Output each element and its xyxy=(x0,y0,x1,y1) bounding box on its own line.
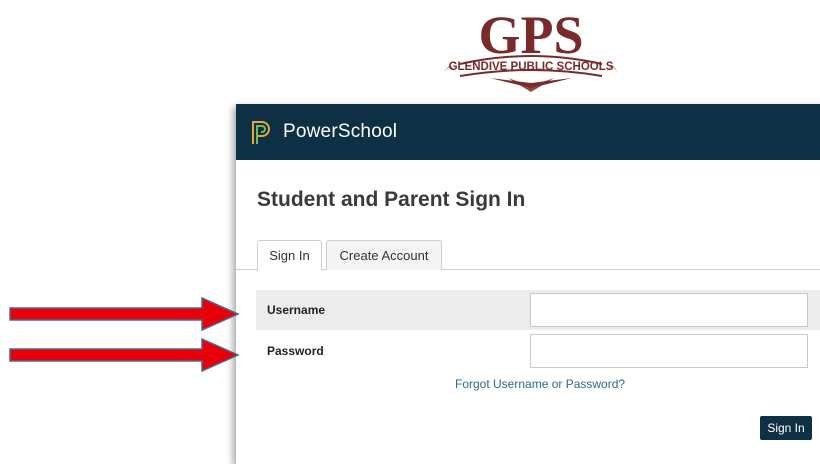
forgot-credentials-link[interactable]: Forgot Username or Password? xyxy=(455,377,625,391)
red-arrow-icon xyxy=(9,296,240,332)
app-header: PowerSchool xyxy=(236,104,820,160)
tab-sign-in[interactable]: Sign In xyxy=(257,240,322,271)
red-arrow-icon xyxy=(9,337,240,373)
username-row: Username xyxy=(256,290,820,330)
logo-district-name: GLENDIVE PUBLIC SCHOOLS xyxy=(449,61,614,73)
powerschool-p-icon xyxy=(252,121,270,144)
tab-create-account[interactable]: Create Account xyxy=(326,240,442,270)
password-input[interactable] xyxy=(530,334,808,368)
page-title: Student and Parent Sign In xyxy=(257,188,526,211)
username-input[interactable] xyxy=(530,293,808,327)
district-logo: GPS GLENDIVE PUBLIC SCHOOLS xyxy=(430,6,632,92)
username-label: Username xyxy=(267,303,326,317)
password-label: Password xyxy=(267,344,324,358)
sign-in-panel: PowerSchool Student and Parent Sign In S… xyxy=(236,104,820,464)
sign-in-button[interactable]: Sign In xyxy=(760,416,812,440)
brand-name: PowerSchool xyxy=(283,121,398,142)
tab-bar: Sign In Create Account xyxy=(236,240,820,271)
password-row: Password xyxy=(256,331,820,371)
